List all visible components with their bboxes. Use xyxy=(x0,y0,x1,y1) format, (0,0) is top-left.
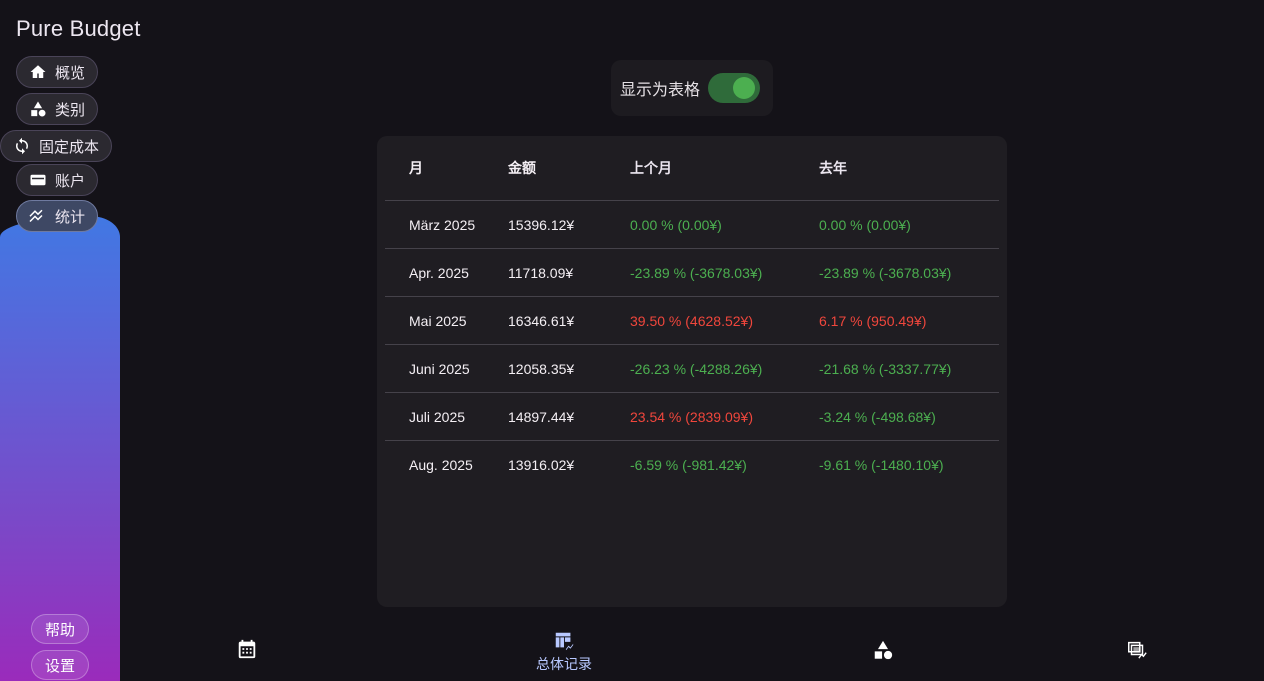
cell-amount: 11718.09¥ xyxy=(508,264,574,281)
sidebar-background xyxy=(0,216,120,681)
header-last-year: 去年 xyxy=(819,160,847,176)
table-row: März 2025 15396.12¥ 0.00 % (0.00¥) 0.00 … xyxy=(385,200,999,248)
shapes-icon xyxy=(874,640,893,660)
cell-previous-month: 0.00 % (0.00¥) xyxy=(630,216,722,233)
cell-amount: 15396.12¥ xyxy=(508,216,575,233)
home-icon xyxy=(29,63,47,81)
sidebar-item-label: 固定成本 xyxy=(39,138,100,156)
trending-icon xyxy=(29,207,47,225)
sidebar-item-categories[interactable]: 类别 xyxy=(16,93,99,125)
app-title: Pure Budget xyxy=(16,16,141,41)
cell-previous-month: -23.89 % (-3678.03¥) xyxy=(630,264,763,281)
statistics-table-card: 月 金额 上个月 去年 März 2025 15396.12¥ 0.00 % (… xyxy=(377,136,1007,607)
cell-last-year: 0.00 % (0.00¥) xyxy=(819,216,911,233)
app-root: Pure Budget 概览 类别 固定成本 账户 统计 帮助 设置 显示为表格… xyxy=(0,0,1264,681)
cell-last-year: -23.89 % (-3678.03¥) xyxy=(819,264,952,281)
repeat-icon xyxy=(13,137,31,155)
header-amount: 金额 xyxy=(508,160,536,176)
help-button[interactable]: 帮助 xyxy=(31,614,89,644)
cell-previous-month: 23.54 % (2839.09¥) xyxy=(630,408,753,425)
wallet-icon xyxy=(29,171,47,189)
cell-month: Mai 2025 xyxy=(409,312,467,329)
sidebar-item-overview[interactable]: 概览 xyxy=(16,56,99,88)
bottom-nav-multi-chart[interactable] xyxy=(1126,638,1148,660)
table-row: Juli 2025 14897.44¥ 23.54 % (2839.09¥) -… xyxy=(385,392,999,440)
bottom-nav-calendar[interactable] xyxy=(236,638,258,660)
table-view-toggle-container: 显示为表格 xyxy=(611,60,773,116)
switch-knob xyxy=(733,77,756,99)
sidebar-item-fixed-costs[interactable]: 固定成本 xyxy=(0,130,113,162)
table-view-switch[interactable] xyxy=(708,73,761,103)
cell-previous-month: -26.23 % (-4288.26¥) xyxy=(630,360,763,377)
table-row: Mai 2025 16346.61¥ 39.50 % (4628.52¥) 6.… xyxy=(385,296,999,344)
multi-chart-icon xyxy=(1128,641,1147,659)
table-row: Juni 2025 12058.35¥ -26.23 % (-4288.26¥)… xyxy=(385,344,999,392)
toggle-label: 显示为表格 xyxy=(620,82,701,99)
cell-month: Apr. 2025 xyxy=(409,264,469,281)
sidebar-item-accounts[interactable]: 账户 xyxy=(16,164,99,196)
cell-amount: 14897.44¥ xyxy=(508,408,575,425)
bottom-nav-label: 总体记录 xyxy=(536,656,592,672)
header-month: 月 xyxy=(409,160,423,176)
settings-button[interactable]: 设置 xyxy=(31,650,89,680)
cell-month: März 2025 xyxy=(409,216,476,233)
header-previous-month: 上个月 xyxy=(630,160,672,176)
sidebar-item-statistics[interactable]: 统计 xyxy=(16,200,99,232)
bottom-nav-overall-records[interactable]: 总体记录 xyxy=(536,630,592,674)
shapes-icon xyxy=(29,100,47,118)
cell-last-year: -3.24 % (-498.68¥) xyxy=(819,408,936,425)
table-row: Aug. 2025 13916.02¥ -6.59 % (-981.42¥) -… xyxy=(385,440,999,488)
table-chart-icon xyxy=(555,632,574,651)
cell-month: Juni 2025 xyxy=(409,360,470,377)
sidebar-item-label: 概览 xyxy=(55,64,86,82)
cell-amount: 13916.02¥ xyxy=(508,456,575,473)
cell-last-year: -9.61 % (-1480.10¥) xyxy=(819,456,944,473)
cell-last-year: -21.68 % (-3337.77¥) xyxy=(819,360,952,377)
cell-month: Aug. 2025 xyxy=(409,456,473,473)
sidebar-item-label: 账户 xyxy=(55,172,86,190)
bottom-nav-categories[interactable] xyxy=(872,639,894,661)
sidebar-item-label: 类别 xyxy=(55,101,86,119)
cell-previous-month: -6.59 % (-981.42¥) xyxy=(630,456,747,473)
cell-amount: 12058.35¥ xyxy=(508,360,575,377)
table-header-row: 月 金额 上个月 去年 xyxy=(385,136,999,200)
cell-last-year: 6.17 % (950.49¥) xyxy=(819,312,927,329)
cell-previous-month: 39.50 % (4628.52¥) xyxy=(630,312,753,329)
table-row: Apr. 2025 11718.09¥ -23.89 % (-3678.03¥)… xyxy=(385,248,999,296)
cell-month: Juli 2025 xyxy=(409,408,466,425)
statistics-table: 月 金额 上个月 去年 März 2025 15396.12¥ 0.00 % (… xyxy=(385,136,999,488)
calendar-icon xyxy=(238,639,256,659)
cell-amount: 16346.61¥ xyxy=(508,312,575,329)
sidebar-item-label: 统计 xyxy=(55,208,86,226)
